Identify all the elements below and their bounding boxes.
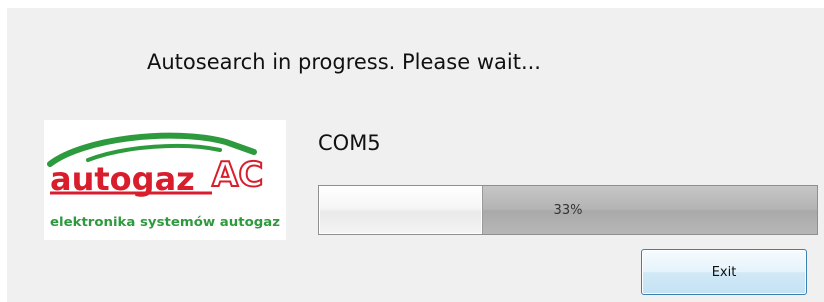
- autogaz-logo: autogaz AC elektronika systemów autogaz: [44, 120, 286, 240]
- status-heading: Autosearch in progress. Please wait...: [147, 50, 541, 74]
- logo-wordmark: autogaz: [50, 160, 195, 198]
- autogaz-logo-graphic: autogaz AC elektronika systemów autogaz: [47, 132, 280, 229]
- logo-tagline: elektronika systemów autogaz: [50, 214, 280, 229]
- com-port-label: COM5: [318, 131, 381, 155]
- autosearch-dialog: Autosearch in progress. Please wait... a…: [7, 8, 824, 302]
- car-window-swoosh: [86, 143, 222, 162]
- logo-ac-letters: AC: [212, 155, 263, 195]
- exit-button[interactable]: Exit: [641, 249, 807, 295]
- progress-percent-label: 33%: [553, 202, 583, 218]
- search-progress-bar: 33%: [318, 185, 818, 235]
